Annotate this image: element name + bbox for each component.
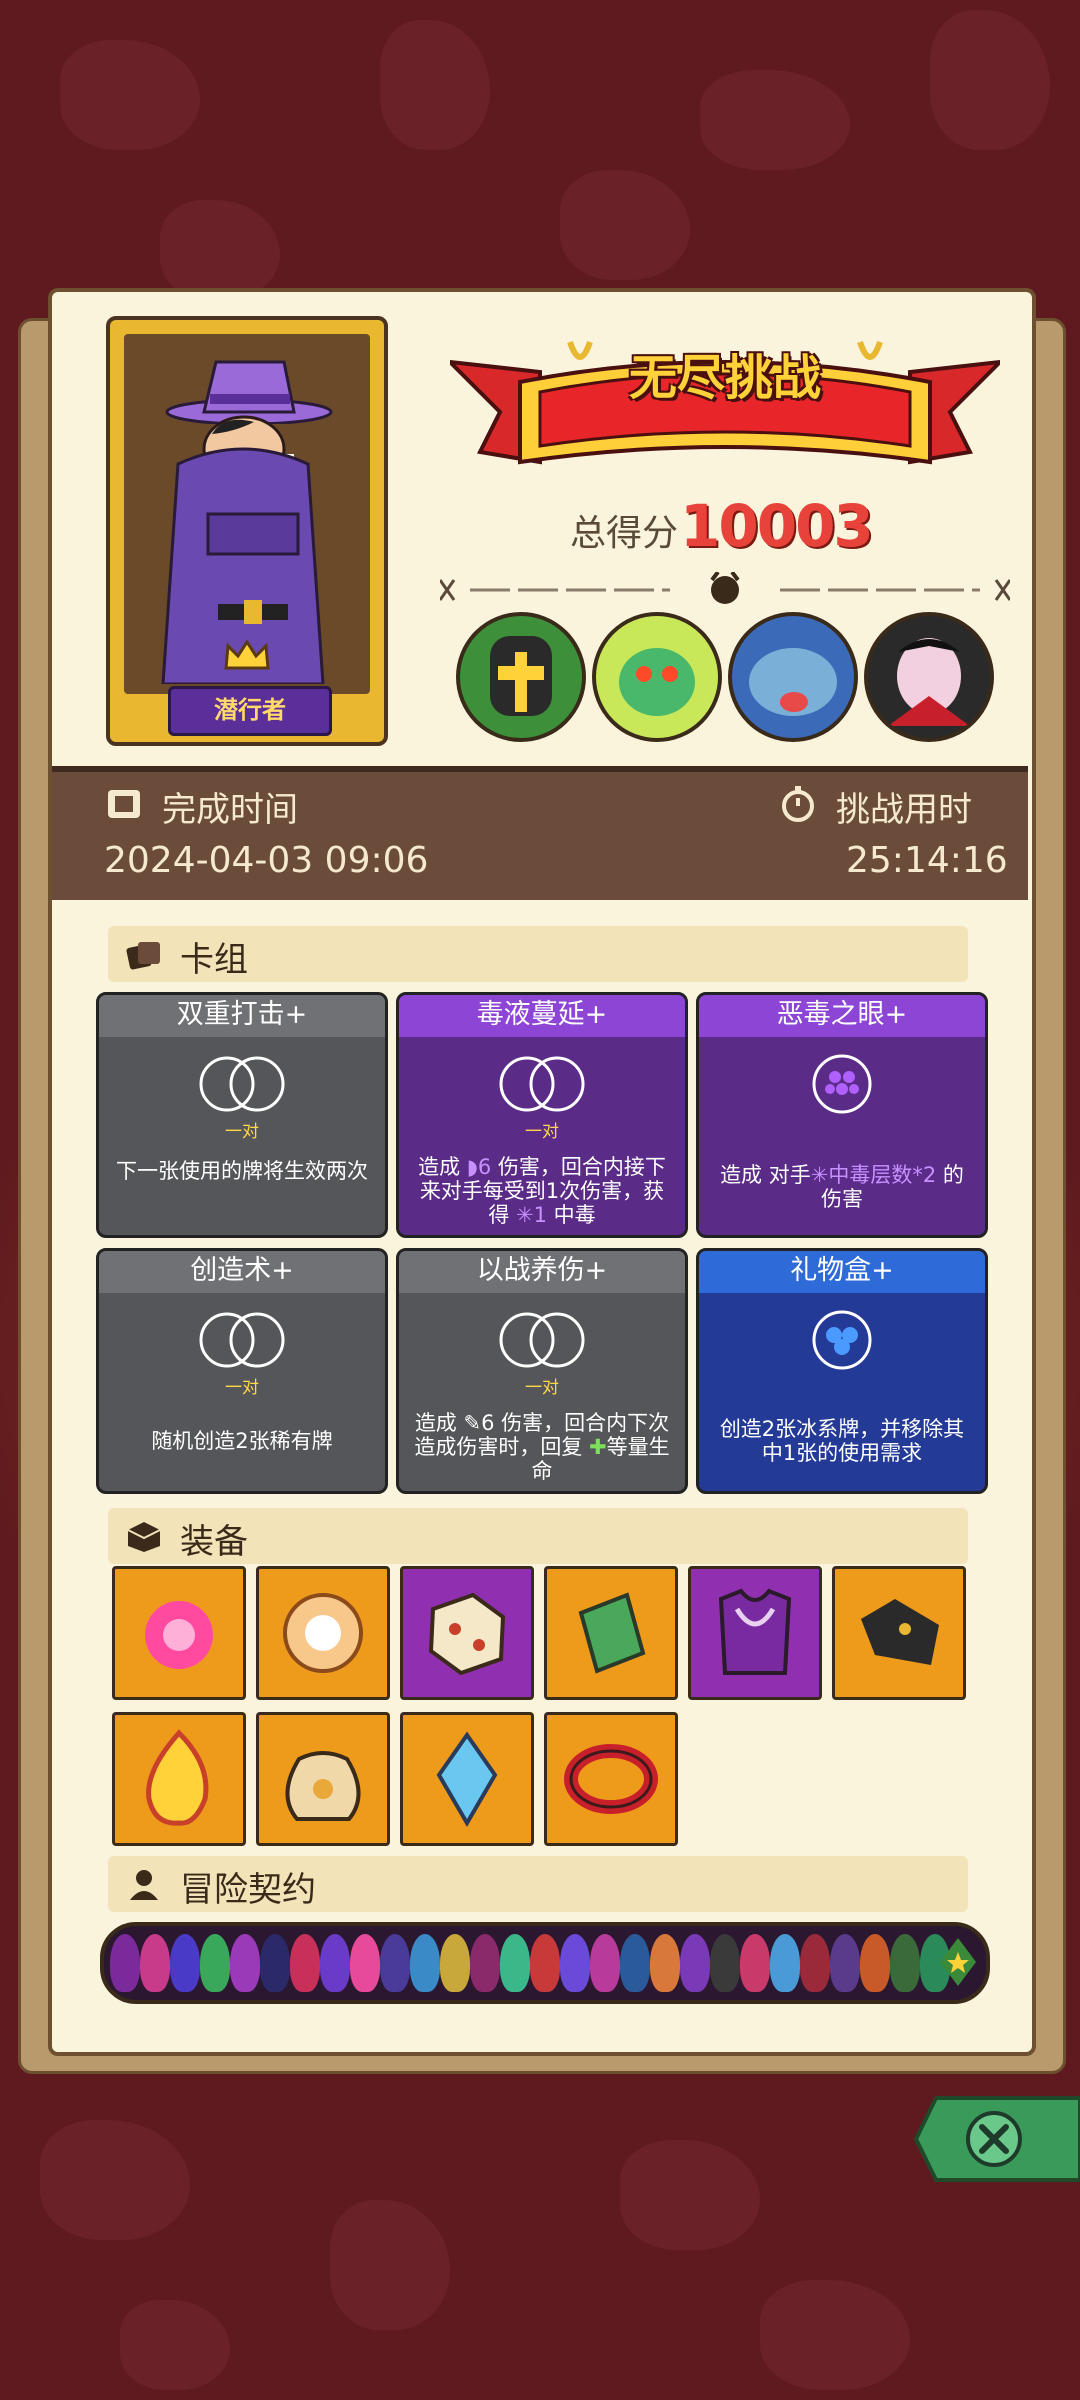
card-desc: 创造2张冰系牌，并移除其中1张的使用需求	[719, 1417, 965, 1465]
card-desc: 随机创造2张稀有牌	[151, 1429, 333, 1453]
deck-header: 卡组	[108, 926, 968, 982]
card-creation[interactable]: 创造术+ 一对 随机创造2张稀有牌	[96, 1248, 388, 1494]
card-name: 创造术+	[99, 1251, 385, 1293]
fish-boss-avatar[interactable]	[728, 612, 858, 742]
ornament-divider	[440, 572, 1010, 604]
crown-icon	[224, 639, 270, 670]
card-war-heal[interactable]: 以战养伤+ 一对 造成 ✎6 伤害，回合内下次造成伤害时，回复 ✚等量生命	[396, 1248, 688, 1494]
score-value: 10003	[680, 492, 874, 560]
score-label: 总得分	[570, 513, 679, 554]
card-double-strike[interactable]: 双重打击+ 一对 下一张使用的牌将生效两次	[96, 992, 388, 1238]
close-button[interactable]	[914, 2094, 1080, 2184]
contract-header: 冒险契约	[108, 1856, 968, 1912]
cards-icon	[126, 942, 160, 970]
card-gift-box[interactable]: 礼物盒+ 创造2张冰系牌，并移除其中1张的使用需求	[696, 1248, 988, 1494]
star-badge-icon	[940, 1938, 976, 1986]
card-tag: 一对	[525, 1378, 559, 1398]
card-desc: 造成 ◗6 伤害，回合内接下来对手每受到1次伤害，获得 ✳1 中毒	[418, 1155, 666, 1227]
card-name: 双重打击+	[99, 995, 385, 1037]
heal-icon: ✚	[589, 1435, 607, 1459]
contract-title: 冒险契约	[180, 1870, 316, 1910]
dark-boots-icon[interactable]	[832, 1566, 966, 1700]
card-tag: 一对	[225, 1378, 259, 1398]
pair-rings-icon	[199, 1312, 285, 1368]
equipment-title: 装备	[180, 1522, 248, 1562]
card-name: 礼物盒+	[699, 1251, 985, 1293]
stopwatch-icon	[782, 786, 814, 822]
stats-band: 完成时间 2024-04-03 09:06 挑战用时 25:14:16	[52, 766, 1028, 900]
defeated-bosses	[456, 612, 996, 742]
gold-ring-icon[interactable]	[256, 1566, 390, 1700]
poison-grapes-icon	[812, 1054, 872, 1114]
person-icon	[130, 1870, 158, 1900]
contract-strip[interactable]	[100, 1922, 990, 2004]
sword-icon: ✎	[463, 1411, 482, 1435]
card-desc: 下一张使用的牌将生效两次	[116, 1159, 368, 1183]
pair-rings-icon	[199, 1056, 285, 1112]
character-portrait[interactable]: 潜行者	[106, 316, 388, 746]
finish-time-label: 完成时间	[162, 790, 298, 830]
card-name: 毒液蔓延+	[399, 995, 685, 1037]
spiked-bracelet-icon[interactable]	[544, 1712, 678, 1846]
fire-spirit-icon[interactable]	[112, 1712, 246, 1846]
card-desc: 造成 对手✳中毒层数*2 的伤害	[720, 1163, 964, 1211]
card-evil-eye[interactable]: 恶毒之眼+ 造成 对手✳中毒层数*2 的伤害	[696, 992, 988, 1238]
knight-boss-avatar[interactable]	[456, 612, 586, 742]
deck-title: 卡组	[180, 940, 248, 980]
duration-label: 挑战用时	[836, 790, 972, 830]
card-venom-spread[interactable]: 毒液蔓延+ 一对 造成 ◗6 伤害，回合内接下来对手每受到1次伤害，获得 ✳1 …	[396, 992, 688, 1238]
purple-armor-icon[interactable]	[688, 1566, 822, 1700]
box-icon	[127, 1522, 161, 1552]
pair-rings-icon	[499, 1312, 585, 1368]
film-icon	[108, 790, 140, 818]
vampire-boss-avatar[interactable]	[864, 612, 994, 742]
pink-fireball-icon[interactable]	[112, 1566, 246, 1700]
finish-time-value: 2024-04-03 09:06	[104, 840, 429, 881]
card-tag: 一对	[525, 1122, 559, 1142]
equipment-header: 装备	[108, 1508, 968, 1564]
banner-title: 无尽挑战	[628, 350, 821, 406]
duration-value: 25:14:16	[846, 840, 1008, 881]
character-name: 潜行者	[168, 686, 332, 736]
damage-icon: ◗	[466, 1155, 478, 1179]
coin-sack-icon[interactable]	[256, 1712, 390, 1846]
score-row: 总得分 10003	[570, 492, 970, 560]
card-name: 恶毒之眼+	[699, 995, 985, 1037]
goblin-boss-avatar[interactable]	[592, 612, 722, 742]
poison-icon: ✳	[810, 1163, 829, 1187]
card-desc: 造成 ✎6 伤害，回合内下次造成伤害时，回复 ✚等量生命	[414, 1411, 670, 1483]
pair-rings-icon	[499, 1056, 585, 1112]
card-tag: 一对	[225, 1122, 259, 1142]
green-scroll-icon[interactable]	[544, 1566, 678, 1700]
spiked-cube-icon[interactable]	[400, 1566, 534, 1700]
card-name: 以战养伤+	[399, 1251, 685, 1293]
poison-icon: ✳	[516, 1203, 534, 1227]
ice-orbs-icon	[812, 1310, 872, 1370]
crystal-potion-icon[interactable]	[400, 1712, 534, 1846]
